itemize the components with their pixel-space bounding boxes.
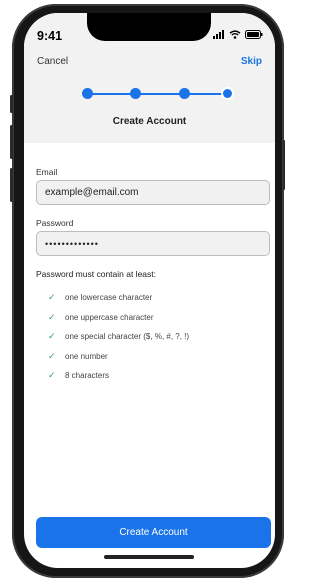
page-title: Create Account: [112, 116, 187, 127]
requirement-item: ✓ 8 characters: [48, 366, 268, 386]
progress-stepper: [82, 88, 232, 100]
requirement-item: ✓ one uppercase character: [48, 308, 268, 328]
requirement-text: one lowercase character: [65, 293, 153, 303]
requirement-text: one uppercase character: [65, 312, 154, 322]
email-label: Email: [36, 167, 58, 177]
wifi-icon: [229, 30, 241, 39]
check-icon: ✓: [48, 370, 56, 381]
step-dot-4-current: [223, 89, 232, 98]
requirement-text: 8 characters: [65, 371, 110, 381]
screen: 9:41 Cancel Skip Create Account Email ex…: [24, 13, 275, 568]
step-dot-3: [179, 88, 190, 99]
cellular-signal-icon: [213, 30, 224, 39]
power-button: [283, 140, 285, 190]
password-requirements-heading: Password must contain at least:: [36, 269, 157, 279]
requirement-item: ✓ one lowercase character: [48, 288, 268, 308]
requirement-text: one number: [65, 351, 108, 361]
password-requirements-list: ✓ one lowercase character ✓ one uppercas…: [48, 288, 268, 386]
check-icon: ✓: [48, 292, 56, 303]
stepper-line: [87, 93, 227, 95]
password-value: •••••••••••••: [45, 238, 99, 249]
password-label: Password: [36, 218, 74, 228]
create-account-button[interactable]: Create Account: [36, 517, 271, 548]
requirement-item: ✓ one special character ($, %, #, ?, !): [48, 327, 268, 347]
nav-row: Cancel Skip: [24, 53, 275, 73]
step-dot-1: [82, 88, 93, 99]
volume-up-button: [10, 125, 13, 159]
header-panel: 9:41 Cancel Skip Create Account: [24, 13, 275, 143]
email-value: example@email.com: [45, 187, 139, 198]
email-field[interactable]: example@email.com: [36, 180, 270, 205]
check-icon: ✓: [48, 311, 56, 322]
requirement-item: ✓ one number: [48, 347, 268, 367]
cancel-button[interactable]: Cancel: [37, 56, 68, 67]
skip-button[interactable]: Skip: [241, 56, 262, 67]
password-field[interactable]: •••••••••••••: [36, 231, 270, 256]
notch: [87, 13, 211, 41]
status-time: 9:41: [37, 29, 63, 43]
mute-switch: [10, 95, 13, 113]
volume-down-button: [10, 168, 13, 202]
check-icon: ✓: [48, 350, 56, 361]
battery-icon: [245, 30, 263, 39]
check-icon: ✓: [48, 331, 56, 342]
status-bar: 9:41: [24, 13, 275, 53]
step-dot-2: [130, 88, 141, 99]
status-icons: [213, 30, 263, 39]
requirement-text: one special character ($, %, #, ?, !): [65, 332, 190, 342]
home-indicator: [104, 555, 194, 559]
